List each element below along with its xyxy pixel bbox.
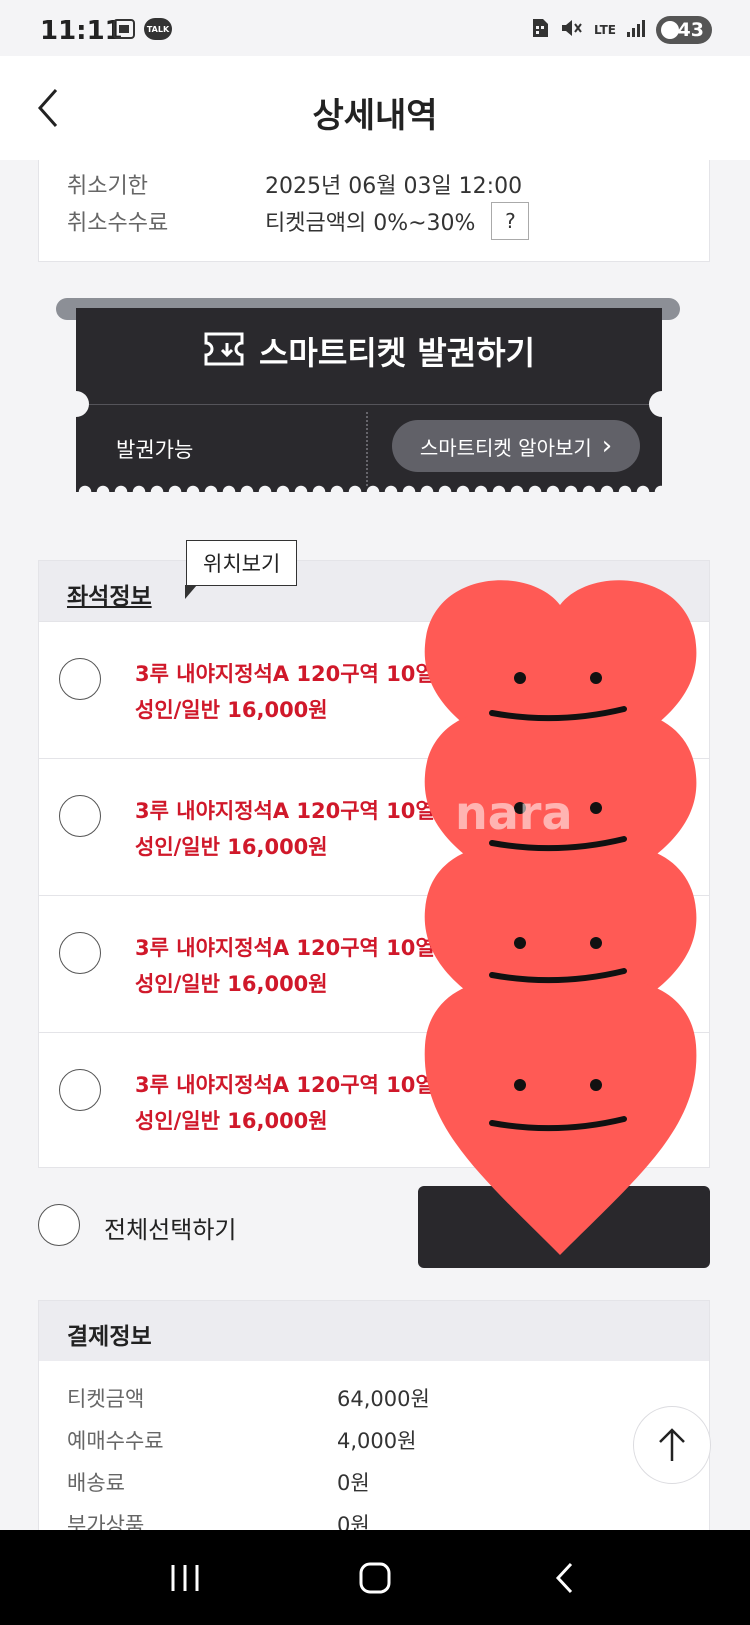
- sim-icon: [530, 17, 550, 43]
- watermark-text: nara: [455, 786, 573, 840]
- seat-location: 3루 내야지정석A 120구역 10열: [135, 799, 435, 823]
- payment-value: 4,000원: [337, 1429, 417, 1453]
- cancel-deadline-value: 2025년 06월 03일 12:00: [265, 174, 523, 199]
- ticket-perforation: [76, 485, 662, 499]
- signal-icon: [626, 18, 646, 42]
- system-back-button[interactable]: [535, 1548, 595, 1608]
- seat-radio[interactable]: [59, 658, 101, 700]
- cancel-fee-row: 취소수수료 티켓금액의 0%~30% ?: [67, 202, 530, 240]
- payment-row: 배송료 0원: [67, 1467, 370, 1497]
- mute-icon: [560, 17, 584, 43]
- payment-value: 0원: [337, 1471, 370, 1495]
- system-nav-bar: [0, 1530, 750, 1625]
- chevron-right-icon: ›: [601, 431, 613, 461]
- battery-level: 43: [677, 19, 704, 41]
- select-all-label[interactable]: 전체선택하기: [104, 1210, 236, 1245]
- seat-price: 성인/일반 16,000원: [135, 698, 328, 722]
- status-time: 11:11: [40, 16, 123, 46]
- cancel-deadline-row: 취소기한 2025년 06월 03일 12:00: [67, 168, 522, 200]
- smart-ticket-title: 스마트티켓 발권하기: [258, 334, 536, 372]
- payment-value: 64,000원: [337, 1387, 430, 1411]
- seat-radio[interactable]: [59, 795, 101, 837]
- smart-ticket-learn-more-button[interactable]: 스마트티켓 알아보기 ›: [392, 420, 640, 472]
- battery-saver-icon: [661, 21, 679, 39]
- issue-status: 발권가능: [116, 438, 194, 462]
- smart-ticket-card[interactable]: 스마트티켓 발권하기 발권가능 스마트티켓 알아보기 ›: [63, 308, 675, 499]
- ticket-divider: [76, 404, 662, 405]
- recent-apps-button[interactable]: [155, 1548, 215, 1608]
- seat-price: 성인/일반 16,000원: [135, 972, 328, 996]
- ticket-dotted-separator: [366, 412, 368, 486]
- payment-label: 배송료: [67, 1471, 125, 1495]
- app-header: 상세내역: [0, 56, 750, 160]
- seat-info-title: 좌석정보: [67, 584, 152, 610]
- heart-sticker-overlay: [424, 580, 697, 1255]
- payment-info-title: 결제정보: [39, 1301, 709, 1361]
- seat-price: 성인/일반 16,000원: [135, 1109, 328, 1133]
- arrow-up-icon: [659, 1428, 685, 1461]
- learn-more-label: 스마트티켓 알아보기: [419, 435, 592, 460]
- back-icon: [555, 1562, 573, 1593]
- location-view-button[interactable]: 위치보기: [184, 540, 298, 599]
- recent-apps-icon: [171, 1564, 199, 1591]
- seat-location: 3루 내야지정석A 120구역 10열: [135, 1073, 435, 1097]
- ticket-icon: [203, 331, 245, 371]
- cancel-fee-value: 티켓금액의 0%~30%: [265, 211, 476, 236]
- cancel-info-card: 취소기한 2025년 06월 03일 12:00 취소수수료 티켓금액의 0%~…: [38, 160, 710, 262]
- seat-price: 성인/일반 16,000원: [135, 835, 328, 859]
- payment-label: 예매수수료: [67, 1429, 164, 1453]
- cancel-fee-help-button[interactable]: ?: [491, 202, 530, 240]
- home-icon: [359, 1562, 391, 1593]
- cancel-fee-label: 취소수수료: [67, 211, 169, 236]
- payment-row: 티켓금액 64,000원: [67, 1383, 430, 1413]
- status-bar: 11:11 TALK LTE 43: [0, 0, 750, 56]
- payment-info-card: 결제정보 티켓금액 64,000원 예매수수료 4,000원 배송료 0원 부가…: [38, 1300, 710, 1540]
- gallery-icon: [112, 18, 136, 40]
- home-button[interactable]: [345, 1548, 405, 1608]
- cancel-deadline-label: 취소기한: [67, 174, 148, 199]
- ticket-notch-right: [649, 391, 675, 417]
- page-title: 상세내역: [312, 96, 438, 136]
- select-all-radio[interactable]: [38, 1204, 80, 1246]
- ticket-notch-left: [63, 391, 89, 417]
- seat-location: 3루 내야지정석A 120구역 10열: [135, 936, 435, 960]
- battery-indicator: 43: [656, 16, 712, 44]
- seat-location: 3루 내야지정석A 120구역 10열: [135, 662, 435, 686]
- payment-row: 예매수수료 4,000원: [67, 1425, 416, 1455]
- payment-label: 티켓금액: [67, 1387, 145, 1411]
- scroll-to-top-button[interactable]: [633, 1406, 711, 1484]
- network-type: LTE: [593, 23, 616, 37]
- seat-radio[interactable]: [59, 1069, 101, 1111]
- seat-radio[interactable]: [59, 932, 101, 974]
- kakaotalk-icon: TALK: [144, 18, 172, 40]
